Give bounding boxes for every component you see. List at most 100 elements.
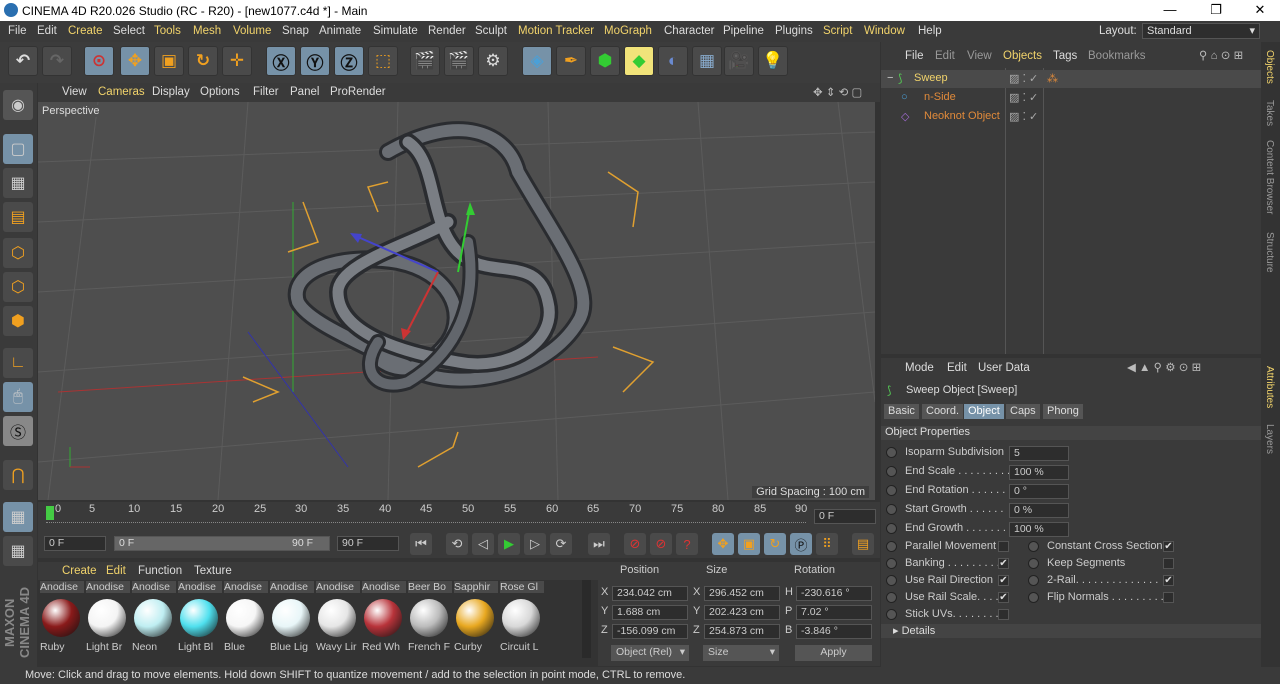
rotation-field[interactable]: -3.846 ° — [796, 624, 872, 639]
size-mode-select[interactable]: Size ▾ — [703, 645, 779, 661]
layout-select[interactable]: Standard ▾ — [1142, 23, 1260, 39]
apply-button[interactable]: Apply — [795, 645, 872, 661]
menu-sculpt[interactable]: Sculpt — [475, 25, 507, 37]
size-field[interactable]: 254.873 cm — [704, 624, 780, 639]
make-editable-icon[interactable]: ◉ — [3, 90, 33, 120]
animate-radio[interactable] — [886, 523, 897, 534]
animate-radio[interactable] — [886, 541, 897, 552]
cube-icon[interactable]: ◈ — [522, 46, 552, 76]
mat-menu-create[interactable]: Create — [62, 565, 97, 577]
property-checkbox[interactable]: ✔ — [1163, 575, 1174, 586]
property-checkbox[interactable] — [1163, 558, 1174, 569]
subdivision-icon[interactable]: ⬢ — [590, 46, 620, 76]
rotation-field[interactable]: 7.02 ° — [796, 605, 872, 620]
minimize-button[interactable]: — — [1152, 0, 1188, 21]
tweak-mode-icon[interactable]: 🖱 — [3, 382, 33, 412]
menu-animate[interactable]: Animate — [319, 25, 361, 37]
menu-help[interactable]: Help — [918, 25, 942, 37]
animate-radio[interactable] — [886, 609, 897, 620]
object-name-sweep[interactable]: Sweep — [914, 72, 948, 84]
light-icon[interactable]: 💡 — [758, 46, 788, 76]
edges-mode-icon[interactable]: ⬡ — [3, 272, 33, 302]
menu-mesh[interactable]: Mesh — [193, 25, 221, 37]
record-active-icon[interactable]: ⊘ — [624, 533, 646, 555]
size-field[interactable]: 296.452 cm — [704, 586, 780, 601]
expand-icon[interactable]: − — [887, 72, 893, 84]
animate-radio[interactable] — [886, 558, 897, 569]
rotate-tool-icon[interactable]: ↻ — [188, 46, 218, 76]
recent-tool-icon[interactable]: ✛ — [222, 46, 252, 76]
material-swatch[interactable]: Anodise Blue Lig — [270, 581, 314, 657]
material-swatch[interactable]: Anodise Blue — [224, 581, 268, 657]
render-picture-viewer-icon[interactable]: 🎬 — [444, 46, 474, 76]
visibility-toggle-icon[interactable]: ▨ ⁚ ✓ — [1009, 110, 1038, 123]
om-menu-objects[interactable]: Objects — [1003, 50, 1042, 62]
array-icon[interactable]: ◆ — [624, 46, 654, 76]
rotation-field[interactable]: -230.616 ° — [796, 586, 872, 601]
lock-workplane-icon[interactable]: ▦ — [3, 502, 33, 532]
property-checkbox[interactable] — [1163, 592, 1174, 603]
details-section[interactable]: ▸ Details — [893, 624, 935, 637]
menu-file[interactable]: File — [8, 25, 27, 37]
position-field[interactable]: -156.099 cm — [612, 624, 688, 639]
property-checkbox[interactable] — [998, 541, 1009, 552]
tab-basic[interactable]: Basic — [884, 404, 919, 419]
material-swatch[interactable]: Beer Bo French F — [408, 581, 452, 657]
om-menu-bookmarks[interactable]: Bookmarks — [1088, 50, 1146, 62]
coordinate-system-icon[interactable]: ⬚ — [368, 46, 398, 76]
tag-icon[interactable]: ⁂ — [1047, 72, 1058, 85]
solo-mode-icon[interactable]: Ⓢ — [3, 416, 33, 446]
vp-menu-options[interactable]: Options — [200, 86, 240, 98]
redo-icon[interactable]: ↷ — [42, 46, 72, 76]
position-field[interactable]: 234.042 cm — [612, 586, 688, 601]
render-settings-icon[interactable]: ⚙ — [478, 46, 508, 76]
texture-mode-icon[interactable]: ▦ — [3, 168, 33, 198]
tab-caps[interactable]: Caps — [1006, 404, 1040, 419]
property-value-field[interactable]: 100 % — [1009, 522, 1069, 537]
tab-coord[interactable]: Coord. — [922, 404, 964, 419]
tab-phong[interactable]: Phong — [1043, 404, 1083, 419]
menu-select[interactable]: Select — [113, 25, 145, 37]
timeline-window-icon[interactable]: ▤ — [852, 533, 874, 555]
object-name-nside[interactable]: n-Side — [924, 91, 956, 103]
property-value-field[interactable]: 0 ° — [1009, 484, 1069, 499]
workplane-mode-icon[interactable]: ▤ — [3, 202, 33, 232]
vp-menu-prorender[interactable]: ProRender — [330, 86, 386, 98]
material-swatch[interactable]: Anodise Red Wh — [362, 581, 406, 657]
vtab-objects[interactable]: Objects — [1264, 50, 1275, 84]
vtab-content-browser[interactable]: Content Browser — [1264, 140, 1275, 214]
playhead-marker[interactable] — [46, 506, 54, 520]
animate-radio[interactable] — [1028, 558, 1039, 569]
menu-pipeline[interactable]: Pipeline — [723, 25, 764, 37]
coord-mode-select[interactable]: Object (Rel) ▾ — [611, 645, 689, 661]
property-value-field[interactable]: 100 % — [1009, 465, 1069, 480]
snap-icon[interactable]: ⋂ — [3, 460, 33, 490]
menu-plugins[interactable]: Plugins — [775, 25, 813, 37]
visibility-toggle-icon[interactable]: ▨ ⁚ ✓ — [1009, 91, 1038, 104]
vp-menu-cameras[interactable]: Cameras — [98, 86, 145, 98]
material-swatch[interactable]: Anodise Wavy Lir — [316, 581, 360, 657]
viewport-nav-icons[interactable]: ✥ ⇕ ⟲ ▢ — [813, 85, 862, 99]
model-mode-icon[interactable]: ▢ — [3, 134, 33, 164]
om-menu-file[interactable]: File — [905, 50, 924, 62]
vtab-takes[interactable]: Takes — [1264, 100, 1275, 126]
am-nav-icons[interactable]: ◀ ▲ ⚲ ⚙ ⊙ ⊞ — [1127, 360, 1201, 374]
key-position-icon[interactable]: ✥ — [712, 533, 734, 555]
vp-menu-panel[interactable]: Panel — [290, 86, 319, 98]
previous-frame-icon[interactable]: ◁ — [472, 533, 494, 555]
next-frame-icon[interactable]: ▷ — [524, 533, 546, 555]
close-button[interactable]: ✕ — [1242, 0, 1278, 21]
mat-menu-function[interactable]: Function — [138, 565, 182, 577]
play-icon[interactable]: ▶ — [498, 533, 520, 555]
menu-motion-tracker[interactable]: Motion Tracker — [518, 25, 594, 37]
visibility-toggle-icon[interactable]: ▨ ⁚ ✓ — [1009, 72, 1038, 85]
frame-range-slider[interactable]: 0 F 90 F — [114, 536, 330, 551]
undo-icon[interactable]: ↶ — [8, 46, 38, 76]
vp-menu-view[interactable]: View — [62, 86, 87, 98]
am-menu-mode[interactable]: Mode — [905, 362, 934, 374]
3d-viewport[interactable]: Perspective Grid Spacing : 100 cm — [38, 102, 875, 500]
property-value-field[interactable]: 5 — [1009, 446, 1069, 461]
next-key-icon[interactable]: ⟳ — [550, 533, 572, 555]
mat-menu-texture[interactable]: Texture — [194, 565, 232, 577]
points-mode-icon[interactable]: ⬡ — [3, 238, 33, 268]
